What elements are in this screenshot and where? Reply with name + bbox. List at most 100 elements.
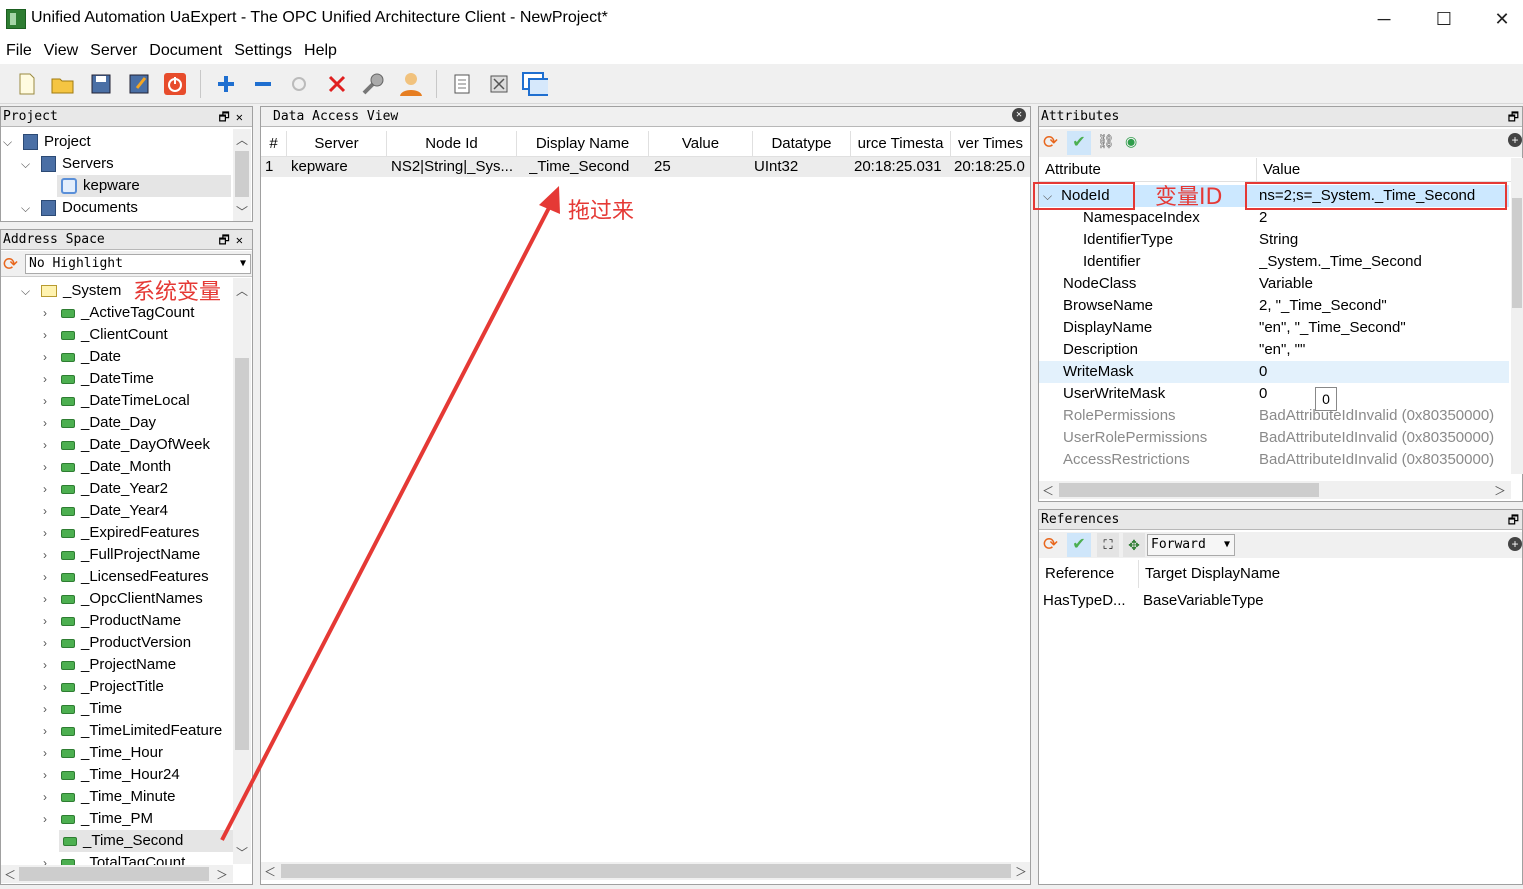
tree-item-variable[interactable]: › _ProjectName	[43, 654, 233, 676]
checkmark-icon[interactable]: ✔	[1067, 533, 1091, 557]
new-document-icon[interactable]	[14, 71, 40, 97]
connect-icon[interactable]	[286, 71, 312, 97]
scroll-left-icon[interactable]: ＜	[261, 863, 279, 880]
scroll-thumb[interactable]	[235, 358, 249, 750]
chevron-right-icon[interactable]: ›	[43, 434, 57, 456]
chevron-right-icon[interactable]: ›	[43, 324, 57, 346]
attribute-row[interactable]: NamespaceIndex 2	[1039, 207, 1509, 229]
column-header-index[interactable]: #	[261, 131, 287, 157]
tree-item-variable[interactable]: › _Time_Hour	[43, 742, 233, 764]
scroll-thumb[interactable]	[281, 864, 1011, 878]
direction-select[interactable]: Forward ▼	[1147, 534, 1235, 556]
column-header-node-id[interactable]: Node Id	[387, 131, 517, 157]
attribute-row[interactable]: Identifier _System._Time_Second	[1039, 251, 1509, 273]
chevron-right-icon[interactable]: ›	[43, 566, 57, 588]
address-vscrollbar[interactable]: ︿ ﹀	[233, 278, 251, 864]
column-header-server[interactable]: Server	[287, 131, 387, 157]
minimize-button[interactable]: ─	[1361, 4, 1407, 34]
chevron-right-icon[interactable]: ›	[43, 742, 57, 764]
address-hscrollbar[interactable]: ＜ ＞	[1, 865, 233, 883]
checkmark-icon[interactable]: ✔	[1067, 131, 1091, 155]
chevron-right-icon[interactable]: ›	[43, 698, 57, 720]
tree-structure-icon[interactable]: ⛓	[1097, 133, 1115, 150]
scroll-thumb[interactable]	[19, 867, 209, 881]
document-icon[interactable]	[449, 71, 475, 97]
tree-item-system[interactable]: ⌵ _System	[21, 280, 121, 302]
scroll-down-icon[interactable]: ﹀	[233, 844, 251, 861]
scroll-down-icon[interactable]: ﹀	[233, 203, 251, 220]
tree-item-project[interactable]: ⌵ Project	[3, 131, 91, 153]
attributes-vscrollbar[interactable]	[1511, 158, 1523, 474]
chevron-right-icon[interactable]: ›	[43, 720, 57, 742]
scroll-right-icon[interactable]: ＞	[1491, 482, 1509, 499]
scroll-left-icon[interactable]: ＜	[1039, 482, 1057, 499]
tree-item-variable[interactable]: › _Time_Hour24	[43, 764, 233, 786]
maximize-button[interactable]: ☐	[1421, 4, 1467, 34]
scroll-thumb[interactable]	[235, 151, 249, 197]
wrench-icon[interactable]	[360, 71, 386, 97]
open-folder-icon[interactable]	[50, 71, 76, 97]
attribute-row[interactable]: UserRolePermissions BadAttributeIdInvalid…	[1039, 427, 1509, 449]
attribute-row[interactable]: RolePermissions BadAttributeIdInvalid (0x…	[1039, 405, 1509, 427]
panel-float-icon[interactable]: 🗗	[1508, 510, 1519, 530]
add-icon[interactable]: +	[1508, 133, 1522, 147]
tree-item-variable[interactable]: _Time_Second	[59, 830, 233, 852]
add-server-icon[interactable]	[213, 71, 239, 97]
save-icon[interactable]	[88, 71, 114, 97]
power-icon[interactable]	[162, 71, 188, 97]
refresh-icon[interactable]: ⟳	[1043, 534, 1058, 555]
column-header-target-display-name[interactable]: Target DisplayName	[1139, 560, 1519, 588]
chevron-right-icon[interactable]: ›	[43, 302, 57, 324]
attribute-row[interactable]: Description "en", ""	[1039, 339, 1509, 361]
project-vscrollbar[interactable]: ︿ ﹀	[233, 129, 251, 221]
menu-document[interactable]: Document	[143, 38, 228, 64]
chevron-right-icon[interactable]: ›	[43, 390, 57, 412]
tree-item-variable[interactable]: › _Date_Day	[43, 412, 233, 434]
menu-settings[interactable]: Settings	[228, 38, 298, 64]
attribute-row[interactable]: NodeClass Variable	[1039, 273, 1509, 295]
menu-view[interactable]: View	[38, 38, 84, 64]
tree-item-variable[interactable]: › _DateTimeLocal	[43, 390, 233, 412]
tree-item-variable[interactable]: › _OpcClientNames	[43, 588, 233, 610]
window-icon[interactable]	[522, 71, 548, 97]
add-icon[interactable]: +	[1508, 537, 1522, 551]
tree-item-variable[interactable]: › _LicensedFeatures	[43, 566, 233, 588]
highlight-select[interactable]: No Highlight ▼	[25, 254, 251, 274]
tree-item-variable[interactable]: › _TimeLimitedFeature	[43, 720, 233, 742]
chevron-right-icon[interactable]: ›	[43, 786, 57, 808]
attribute-row[interactable]: WriteMask 0	[1039, 361, 1509, 383]
chevron-right-icon[interactable]: ›	[43, 522, 57, 544]
tree-item-kepware[interactable]: kepware	[57, 175, 231, 197]
column-header-attribute[interactable]: Attribute	[1039, 158, 1257, 182]
column-header-reference[interactable]: Reference	[1039, 560, 1139, 588]
attribute-row[interactable]: AccessRestrictions BadAttributeIdInvalid …	[1039, 449, 1509, 471]
column-header-value[interactable]: Value	[1257, 158, 1511, 182]
chevron-right-icon[interactable]: ›	[43, 478, 57, 500]
chevron-right-icon[interactable]: ›	[43, 346, 57, 368]
attributes-hscrollbar[interactable]: ＜ ＞	[1039, 481, 1511, 499]
tree-item-variable[interactable]: › _Time_Minute	[43, 786, 233, 808]
column-header-value[interactable]: Value	[649, 131, 753, 157]
scroll-up-icon[interactable]: ︿	[233, 282, 251, 299]
tree-item-variable[interactable]: › _Date_Year2	[43, 478, 233, 500]
tree-item-variable[interactable]: › _Date_Year4	[43, 500, 233, 522]
scroll-thumb[interactable]	[1059, 483, 1319, 497]
chevron-right-icon[interactable]: ›	[43, 654, 57, 676]
tree-item-variable[interactable]: › _Time_PM	[43, 808, 233, 830]
tree-item-variable[interactable]: › _Date_Month	[43, 456, 233, 478]
close-icon[interactable]: ✕	[1012, 108, 1026, 122]
chevron-right-icon[interactable]: ›	[43, 808, 57, 830]
user-icon[interactable]	[398, 71, 424, 97]
refresh-icon[interactable]: ⟳	[1043, 132, 1058, 153]
tree-item-variable[interactable]: › _Date	[43, 346, 233, 368]
scroll-up-icon[interactable]: ︿	[233, 131, 251, 148]
menu-server[interactable]: Server	[84, 38, 143, 64]
close-document-icon[interactable]	[486, 71, 512, 97]
chevron-right-icon[interactable]: ›	[43, 588, 57, 610]
column-header-source-timestamp[interactable]: urce Timesta	[851, 131, 951, 157]
panel-float-close-icons[interactable]: 🗗✕	[219, 107, 250, 127]
scroll-right-icon[interactable]: ＞	[213, 866, 231, 883]
menu-help[interactable]: Help	[298, 38, 343, 64]
tree-item-variable[interactable]: › _ExpiredFeatures	[43, 522, 233, 544]
scroll-left-icon[interactable]: ＜	[1, 866, 19, 883]
